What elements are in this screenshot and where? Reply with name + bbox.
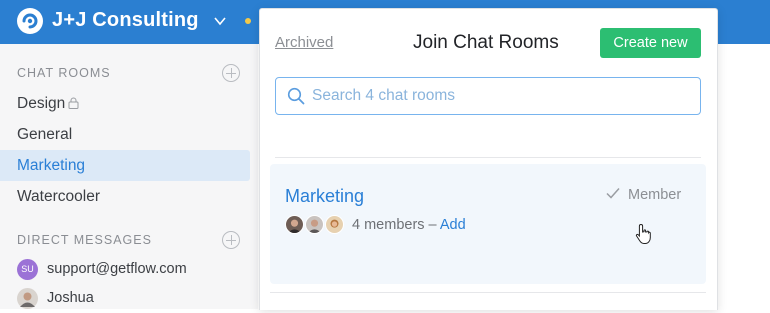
room-card-next[interactable] xyxy=(270,292,706,313)
search-input[interactable] xyxy=(312,85,692,107)
flow-logo-icon[interactable] xyxy=(16,7,44,35)
team-name[interactable]: J+J Consulting xyxy=(52,9,199,32)
dm-item-joshua[interactable]: Joshua xyxy=(17,286,94,310)
member-status-label: Member xyxy=(628,187,682,203)
avatar xyxy=(17,287,38,309)
avatar: SU xyxy=(17,258,38,280)
search-box[interactable] xyxy=(275,77,701,115)
checkmark-icon xyxy=(606,188,620,199)
popover-title: Join Chat Rooms xyxy=(413,32,559,53)
sidebar-item-label: Watercooler xyxy=(17,188,100,205)
lock-icon xyxy=(68,97,79,109)
chevron-down-icon[interactable] xyxy=(213,14,227,28)
direct-messages-heading: DIRECT MESSAGES xyxy=(17,233,152,247)
member-count: 4 members – Add xyxy=(352,217,466,233)
dm-label: support@getflow.com xyxy=(47,261,187,277)
sidebar-item-design[interactable]: Design xyxy=(0,88,250,119)
dm-label: Joshua xyxy=(47,290,94,306)
member-avatars xyxy=(285,215,347,235)
add-direct-message-icon[interactable] xyxy=(222,231,240,249)
hand-cursor-icon xyxy=(635,223,651,244)
sidebar-item-marketing[interactable]: Marketing xyxy=(0,150,250,181)
member-status: Member xyxy=(606,187,681,203)
divider xyxy=(275,157,701,158)
search-icon xyxy=(287,87,305,105)
avatar xyxy=(305,215,324,234)
add-chat-room-icon[interactable] xyxy=(222,64,240,82)
archived-link[interactable]: Archived xyxy=(275,34,333,51)
add-member-link[interactable]: Add xyxy=(440,217,466,233)
sidebar-item-watercooler[interactable]: Watercooler xyxy=(0,181,250,212)
avatar xyxy=(325,215,344,234)
sidebar: CHAT ROOMS Design General Marketing Wate… xyxy=(0,44,258,309)
member-count-text: 4 members – xyxy=(352,217,437,233)
room-card-marketing[interactable]: Marketing Member 4 members – Add xyxy=(270,164,706,284)
sidebar-item-general[interactable]: General xyxy=(0,119,250,150)
status-dot xyxy=(245,18,251,24)
sidebar-item-label: General xyxy=(17,126,73,143)
join-chat-rooms-popover: Archived Join Chat Rooms Create new Mark… xyxy=(259,8,718,310)
chat-rooms-heading: CHAT ROOMS xyxy=(17,66,111,80)
room-name[interactable]: Marketing xyxy=(285,186,364,207)
sidebar-item-label: Design xyxy=(17,95,66,112)
create-new-button[interactable]: Create new xyxy=(600,28,701,58)
dm-item-support[interactable]: SU support@getflow.com xyxy=(17,257,187,281)
avatar xyxy=(285,215,304,234)
sidebar-item-label: Marketing xyxy=(17,157,86,174)
